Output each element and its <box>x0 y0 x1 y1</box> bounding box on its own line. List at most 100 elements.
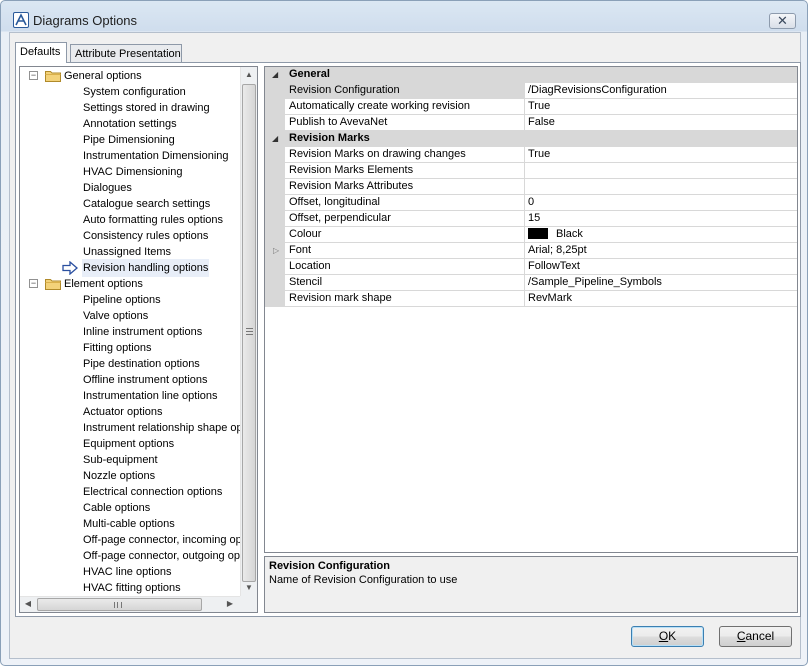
tree-item[interactable]: Pipeline options <box>20 292 240 308</box>
category-row[interactable]: ◢ Revision Marks <box>265 131 797 147</box>
tree-item[interactable]: Inline instrument options <box>20 324 240 340</box>
property-value[interactable] <box>525 179 797 195</box>
property-row[interactable]: Revision Marks on drawing changes True <box>265 147 797 163</box>
property-row[interactable]: Revision mark shape RevMark <box>265 291 797 307</box>
tree-item[interactable]: Instrumentation Dimensioning <box>20 148 240 164</box>
tree-item[interactable]: Unassigned Items <box>20 244 240 260</box>
collapse-category-icon[interactable]: ◢ <box>272 131 278 146</box>
property-row[interactable]: Stencil/Sample_Pipeline_Symbols <box>265 275 797 291</box>
tree-item[interactable]: System configuration <box>20 84 240 100</box>
property-row[interactable]: Revision Configuration/DiagRevisionsConf… <box>265 83 797 99</box>
property-row[interactable]: Offset, perpendicular 15 <box>265 211 797 227</box>
tree-item[interactable]: Pipe Dimensioning <box>20 132 240 148</box>
tree-item[interactable]: Multi-cable options <box>20 516 240 532</box>
collapse-icon[interactable]: − <box>29 279 38 288</box>
scroll-right-icon[interactable]: ▶ <box>225 599 235 609</box>
ok-label: K <box>668 629 677 643</box>
property-value[interactable]: Black <box>525 227 797 243</box>
property-value[interactable] <box>525 163 797 179</box>
tree-hscroll-thumb[interactable] <box>37 598 202 611</box>
scroll-left-icon[interactable]: ◀ <box>23 599 33 609</box>
description-title: Revision Configuration <box>269 560 390 572</box>
cancel-button[interactable]: Cancel <box>719 626 792 647</box>
category-row[interactable]: ◢ General <box>265 67 797 83</box>
tree-group-general-options[interactable]: − General options <box>20 68 240 84</box>
property-name: Font <box>285 243 525 259</box>
tree-item[interactable]: Annotation settings <box>20 116 240 132</box>
tree-item[interactable]: Nozzle options <box>20 468 240 484</box>
row-gutter <box>265 179 285 195</box>
property-row[interactable]: ▷ Font Arial; 8,25pt <box>265 243 797 259</box>
property-value-text: 0 <box>528 196 535 208</box>
row-gutter <box>265 147 285 163</box>
property-value[interactable]: RevMark <box>525 291 797 307</box>
tree-item-label: Inline instrument options <box>83 326 203 338</box>
property-row[interactable]: Location FollowText <box>265 259 797 275</box>
property-value[interactable]: 0 <box>525 195 797 211</box>
tree-item[interactable]: Instrumentation line options <box>20 388 240 404</box>
tree-item[interactable]: HVAC Dimensioning <box>20 164 240 180</box>
tree-item[interactable]: Valve options <box>20 308 240 324</box>
category-label: Revision Marks <box>289 132 370 144</box>
tree-horizontal-scrollbar[interactable]: ◀ ▶ <box>20 596 240 612</box>
property-value[interactable]: True <box>525 99 797 115</box>
tree-item[interactable]: Off-page connector, incoming op <box>20 532 240 548</box>
tree-item[interactable]: Instrument relationship shape opt <box>20 420 240 436</box>
row-gutter <box>265 227 285 243</box>
scroll-down-icon[interactable]: ▼ <box>244 583 254 593</box>
tree-item[interactable]: Actuator options <box>20 404 240 420</box>
property-value[interactable]: 15 <box>525 211 797 227</box>
property-value[interactable]: FollowText <box>525 259 797 275</box>
scroll-up-icon[interactable]: ▲ <box>244 70 254 80</box>
property-value[interactable]: /Sample_Pipeline_Symbols <box>525 275 797 291</box>
property-row[interactable]: Automatically create working revision Tru… <box>265 99 797 115</box>
tree-item-label: Multi-cable options <box>83 518 175 530</box>
tree-item[interactable]: Equipment options <box>20 436 240 452</box>
tree-vertical-scrollbar[interactable]: ▲ ▼ <box>240 67 257 597</box>
collapse-category-icon[interactable]: ◢ <box>272 67 278 82</box>
tree-item[interactable]: Auto formatting rules options <box>20 212 240 228</box>
tree-item[interactable]: Pipe destination options <box>20 356 240 372</box>
tree-item[interactable]: Electrical connection options <box>20 484 240 500</box>
tree-item[interactable]: HVAC line options <box>20 564 240 580</box>
tree-item[interactable]: Offline instrument options <box>20 372 240 388</box>
property-row[interactable]: Offset, longitudinal 0 <box>265 195 797 211</box>
collapse-icon[interactable]: − <box>29 71 38 80</box>
tab-defaults[interactable]: Defaults <box>15 42 67 63</box>
tree-item[interactable]: HVAC fitting options <box>20 580 240 596</box>
scroll-corner <box>240 596 257 612</box>
property-value[interactable]: /DiagRevisionsConfiguration <box>525 83 797 99</box>
expand-icon[interactable]: ▷ <box>273 243 279 258</box>
title-bar[interactable]: Diagrams Options ✕ <box>1 1 807 32</box>
tree-item[interactable]: Revision handling options <box>20 259 240 277</box>
property-name: Publish to AvevaNet <box>285 115 525 131</box>
property-value[interactable]: True <box>525 147 797 163</box>
tree-content: − General options System configuration Sett… <box>20 67 240 597</box>
tree-group-element-options[interactable]: − Element options <box>20 276 240 292</box>
property-row[interactable]: Colour Black <box>265 227 797 243</box>
property-name: Revision Marks on drawing changes <box>285 147 525 163</box>
property-value[interactable]: Arial; 8,25pt <box>525 243 797 259</box>
tree-item[interactable]: Off-page connector, outgoing op <box>20 548 240 564</box>
property-value[interactable]: False <box>525 115 797 131</box>
tree-group-label: Element options <box>64 278 143 290</box>
property-row[interactable]: Revision Marks Elements <box>265 163 797 179</box>
folder-icon <box>45 69 61 82</box>
property-row[interactable]: Revision Marks Attributes <box>265 179 797 195</box>
tab-attribute-presentation[interactable]: Attribute Presentation <box>70 44 182 63</box>
tree-item[interactable]: Catalogue search settings <box>20 196 240 212</box>
tree-item[interactable]: Sub-equipment <box>20 452 240 468</box>
property-row[interactable]: Publish to AvevaNet False <box>265 115 797 131</box>
tree-item[interactable]: Fitting options <box>20 340 240 356</box>
tree-item[interactable]: Cable options <box>20 500 240 516</box>
tree-item[interactable]: Dialogues <box>20 180 240 196</box>
tree-item-label: Auto formatting rules options <box>83 214 224 226</box>
ok-button[interactable]: OK <box>631 626 704 647</box>
tree-item[interactable]: Consistency rules options <box>20 228 240 244</box>
close-button[interactable]: ✕ <box>769 13 796 29</box>
row-gutter <box>265 115 285 131</box>
row-gutter <box>265 291 285 307</box>
tree-vscroll-thumb[interactable] <box>242 84 256 582</box>
tree-item[interactable]: Settings stored in drawing <box>20 100 240 116</box>
dialog-window: Diagrams Options ✕ Defaults Attribute Pr… <box>0 0 808 666</box>
